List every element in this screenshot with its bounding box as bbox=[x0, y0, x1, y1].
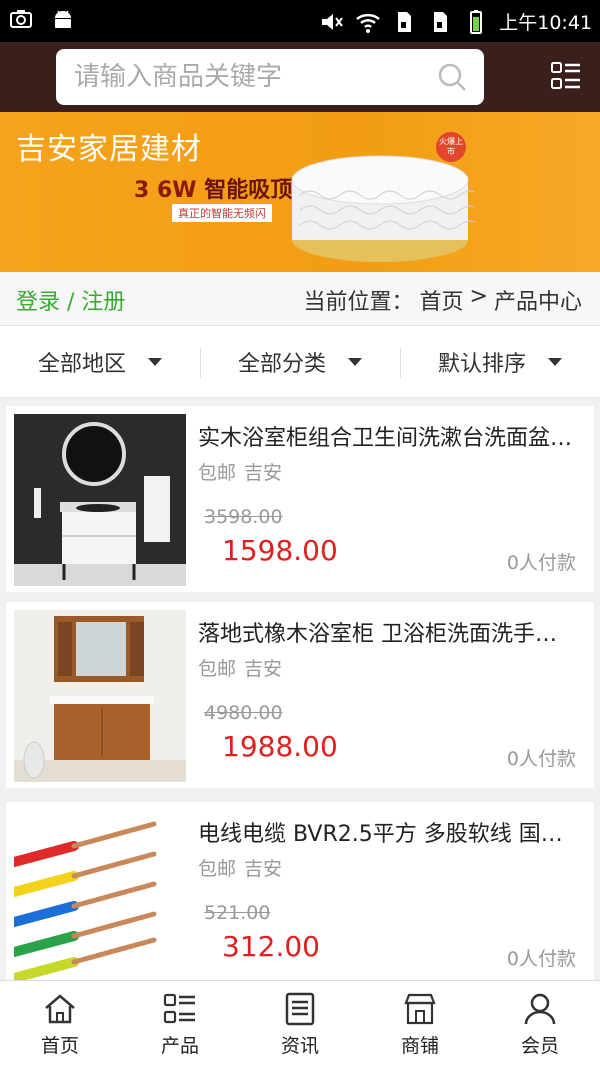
filter-region-label: 全部地区 bbox=[37, 352, 126, 377]
breadcrumb-home[interactable]: 首页 bbox=[420, 284, 464, 316]
android-icon bbox=[55, 10, 71, 28]
original-price: 521.00 bbox=[204, 902, 271, 924]
nav-member[interactable]: 会员 bbox=[480, 981, 600, 1067]
filter-category-dropdown[interactable]: 全部分类 bbox=[200, 326, 400, 398]
product-list-icon bbox=[163, 993, 195, 1024]
banner-badge: 火爆上市 bbox=[436, 132, 466, 162]
bottom-nav: 首页 产品 资讯 商铺 会员 bbox=[0, 980, 600, 1067]
tag-location: 吉安 bbox=[244, 858, 283, 880]
banner-headline-prefix: 3 6W bbox=[134, 178, 205, 203]
mute-icon bbox=[322, 13, 344, 30]
product-title: 落地式橡木浴室柜 卫浴柜洗面洗手盆组合 bbox=[198, 622, 576, 647]
tag-location: 吉安 bbox=[244, 462, 283, 484]
breadcrumb-separator: > bbox=[469, 284, 488, 309]
product-title: 实木浴室柜组合卫生间洗漱台洗面盆柜组合 bbox=[198, 426, 576, 451]
filter-sort-label: 默认排序 bbox=[437, 352, 526, 377]
original-price: 3598.00 bbox=[204, 506, 283, 528]
search-input[interactable] bbox=[56, 49, 484, 105]
chevron-down-icon bbox=[348, 358, 362, 366]
filter-region-dropdown[interactable]: 全部地区 bbox=[0, 326, 200, 398]
chevron-down-icon bbox=[548, 358, 562, 366]
product-card[interactable]: 落地式橡木浴室柜 卫浴柜洗面洗手盆组合 包邮 吉安 4980.00 1988.0… bbox=[6, 602, 594, 788]
breadcrumb: 当前位置： 首页 > 产品中心 bbox=[304, 284, 582, 316]
member-icon bbox=[524, 993, 556, 1025]
product-image-bathroom-vanity bbox=[14, 414, 186, 586]
nav-products-label: 产品 bbox=[160, 1035, 199, 1057]
product-image-electric-wire bbox=[14, 810, 186, 980]
battery-icon bbox=[470, 9, 483, 34]
nav-news-label: 资讯 bbox=[280, 1035, 319, 1057]
app-header bbox=[0, 42, 600, 112]
category-menu-icon[interactable] bbox=[550, 60, 582, 92]
banner-subline: 真正的智能无频闪 bbox=[172, 204, 272, 222]
sale-price: 1988.00 bbox=[222, 730, 338, 763]
product-list: 实木浴室柜组合卫生间洗漱台洗面盆柜组合 包邮 吉安 3598.00 1598.0… bbox=[0, 398, 600, 980]
sold-count: 0人付款 bbox=[506, 552, 576, 574]
sale-price: 312.00 bbox=[222, 930, 320, 963]
tag-location: 吉安 bbox=[244, 658, 283, 680]
nav-home[interactable]: 首页 bbox=[0, 981, 120, 1067]
screenshot-icon bbox=[10, 10, 32, 28]
breadcrumb-label: 当前位置： bbox=[303, 290, 414, 315]
filter-category-label: 全部分类 bbox=[237, 352, 326, 377]
tag-free-shipping: 包邮 bbox=[198, 858, 237, 880]
filter-bar: 全部地区 全部分类 默认排序 bbox=[0, 326, 600, 398]
product-card[interactable]: 电线电缆 BVR2.5平方 多股软线 国标铜芯 包邮 吉安 521.00 312… bbox=[6, 802, 594, 980]
nav-news[interactable]: 资讯 bbox=[240, 981, 360, 1067]
banner-title: 吉安家居建材 bbox=[16, 132, 202, 167]
nav-shop[interactable]: 商铺 bbox=[360, 981, 480, 1067]
product-title: 电线电缆 BVR2.5平方 多股软线 国标铜芯 bbox=[198, 822, 576, 847]
product-tags: 包邮 吉安 bbox=[198, 458, 282, 485]
wifi-icon bbox=[356, 13, 381, 33]
app-screen: 上午10:41 吉安家居建材 3 6W 智能吸顶灯 真正的智能无频闪 bbox=[0, 0, 600, 1067]
nav-products[interactable]: 产品 bbox=[120, 981, 240, 1067]
home-icon bbox=[45, 994, 75, 1024]
product-tags: 包邮 吉安 bbox=[198, 854, 282, 881]
sold-count: 0人付款 bbox=[506, 748, 576, 770]
filter-sort-dropdown[interactable]: 默认排序 bbox=[400, 326, 600, 398]
original-price: 4980.00 bbox=[204, 702, 283, 724]
nav-home-label: 首页 bbox=[40, 1035, 79, 1057]
product-tags: 包邮 吉安 bbox=[198, 654, 282, 681]
nav-member-label: 会员 bbox=[520, 1035, 559, 1057]
tag-free-shipping: 包邮 bbox=[198, 658, 237, 680]
sim2-icon bbox=[434, 11, 448, 32]
nav-shop-label: 商铺 bbox=[400, 1035, 439, 1057]
breadcrumb-current: 产品中心 bbox=[493, 290, 582, 315]
status-bar: 上午10:41 bbox=[0, 0, 600, 42]
chevron-down-icon bbox=[148, 358, 162, 366]
login-register-link[interactable]: 登录 / 注册 bbox=[16, 284, 125, 316]
breadcrumb-bar: 登录 / 注册 当前位置： 首页 > 产品中心 bbox=[0, 272, 600, 326]
clock: 上午10:41 bbox=[499, 12, 592, 34]
search-icon[interactable] bbox=[436, 61, 468, 93]
sold-count: 0人付款 bbox=[506, 948, 576, 970]
product-card[interactable]: 实木浴室柜组合卫生间洗漱台洗面盆柜组合 包邮 吉安 3598.00 1598.0… bbox=[6, 406, 594, 592]
search-box[interactable] bbox=[56, 49, 484, 105]
shop-icon bbox=[404, 993, 436, 1025]
tag-free-shipping: 包邮 bbox=[198, 462, 237, 484]
sim1-icon bbox=[398, 11, 412, 32]
promo-banner[interactable]: 吉安家居建材 3 6W 智能吸顶灯 真正的智能无频闪 火爆上市 bbox=[0, 112, 600, 272]
product-image-oak-vanity bbox=[14, 610, 186, 782]
news-icon bbox=[285, 992, 315, 1026]
sale-price: 1598.00 bbox=[222, 534, 338, 567]
